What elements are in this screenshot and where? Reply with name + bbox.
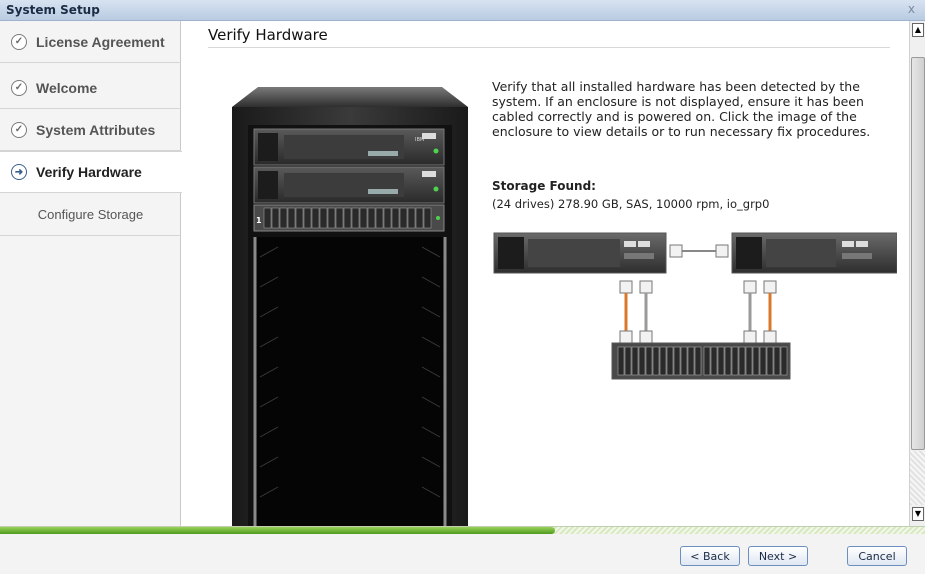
cancel-button[interactable]: Cancel xyxy=(847,546,907,566)
arrow-circle-icon: ➜ xyxy=(11,164,27,180)
storage-found-value: (24 drives) 278.90 GB, SAS, 10000 rpm, i… xyxy=(492,197,770,211)
window-title: System Setup xyxy=(6,3,100,17)
step-license-agreement[interactable]: ✓ License Agreement xyxy=(0,21,181,63)
enclosure-number: 1 xyxy=(256,216,262,225)
page-title: Verify Hardware xyxy=(208,26,328,44)
node-link-cable xyxy=(669,244,729,258)
rack-top xyxy=(232,87,468,107)
node-canister[interactable] xyxy=(253,166,445,204)
scroll-up-icon[interactable]: ▲ xyxy=(912,23,924,37)
step-system-attributes[interactable]: ✓ System Attributes xyxy=(0,109,181,151)
wizard-progress-bar xyxy=(0,526,925,534)
step-welcome[interactable]: ✓ Welcome xyxy=(0,67,181,109)
check-circle-icon: ✓ xyxy=(11,33,27,50)
cabling-diagram[interactable] xyxy=(492,229,897,384)
node-canister[interactable] xyxy=(253,128,445,166)
vendor-badge: IBM xyxy=(415,137,424,143)
step-verify-hardware[interactable]: ➜ Verify Hardware xyxy=(0,151,182,193)
wizard-steps-sidebar: ✓ License Agreement ✓ Welcome ✓ System A… xyxy=(0,21,182,526)
sas-cables xyxy=(619,280,777,344)
rack-cavity xyxy=(256,237,444,526)
step-label: Welcome xyxy=(36,79,98,96)
back-button[interactable]: < Back xyxy=(680,546,740,566)
next-button[interactable]: Next > xyxy=(748,546,808,566)
vertical-scrollbar[interactable]: ▲ ▼ xyxy=(909,21,925,526)
step-label: System Attributes xyxy=(36,121,156,138)
check-circle-icon: ✓ xyxy=(11,79,27,96)
scrollbar-thumb[interactable] xyxy=(911,57,925,450)
progress-fill xyxy=(0,527,555,534)
node-left[interactable] xyxy=(493,232,667,274)
storage-found-label: Storage Found: xyxy=(492,179,596,193)
step-configure-storage[interactable]: Configure Storage xyxy=(0,194,181,236)
step-label: License Agreement xyxy=(36,33,165,50)
check-circle-icon: ✓ xyxy=(11,121,27,138)
storage-enclosure-diagram[interactable] xyxy=(611,342,791,380)
storage-enclosure[interactable] xyxy=(253,204,445,232)
title-divider xyxy=(208,47,890,48)
scrollbar-track[interactable] xyxy=(910,451,925,505)
main-content: Verify Hardware 1 IBM Verify that all in… xyxy=(182,21,909,526)
scroll-down-icon[interactable]: ▼ xyxy=(912,507,924,521)
node-right[interactable] xyxy=(731,232,897,274)
step-label: Configure Storage xyxy=(37,207,144,222)
wizard-footer: < Back Next > Cancel xyxy=(0,534,925,574)
rack-image[interactable]: 1 IBM xyxy=(228,87,472,526)
step-label: Verify Hardware xyxy=(36,164,142,180)
close-icon[interactable]: x xyxy=(908,2,915,16)
window-titlebar: System Setup x xyxy=(0,0,925,21)
instructions-text: Verify that all installed hardware has b… xyxy=(492,79,871,139)
